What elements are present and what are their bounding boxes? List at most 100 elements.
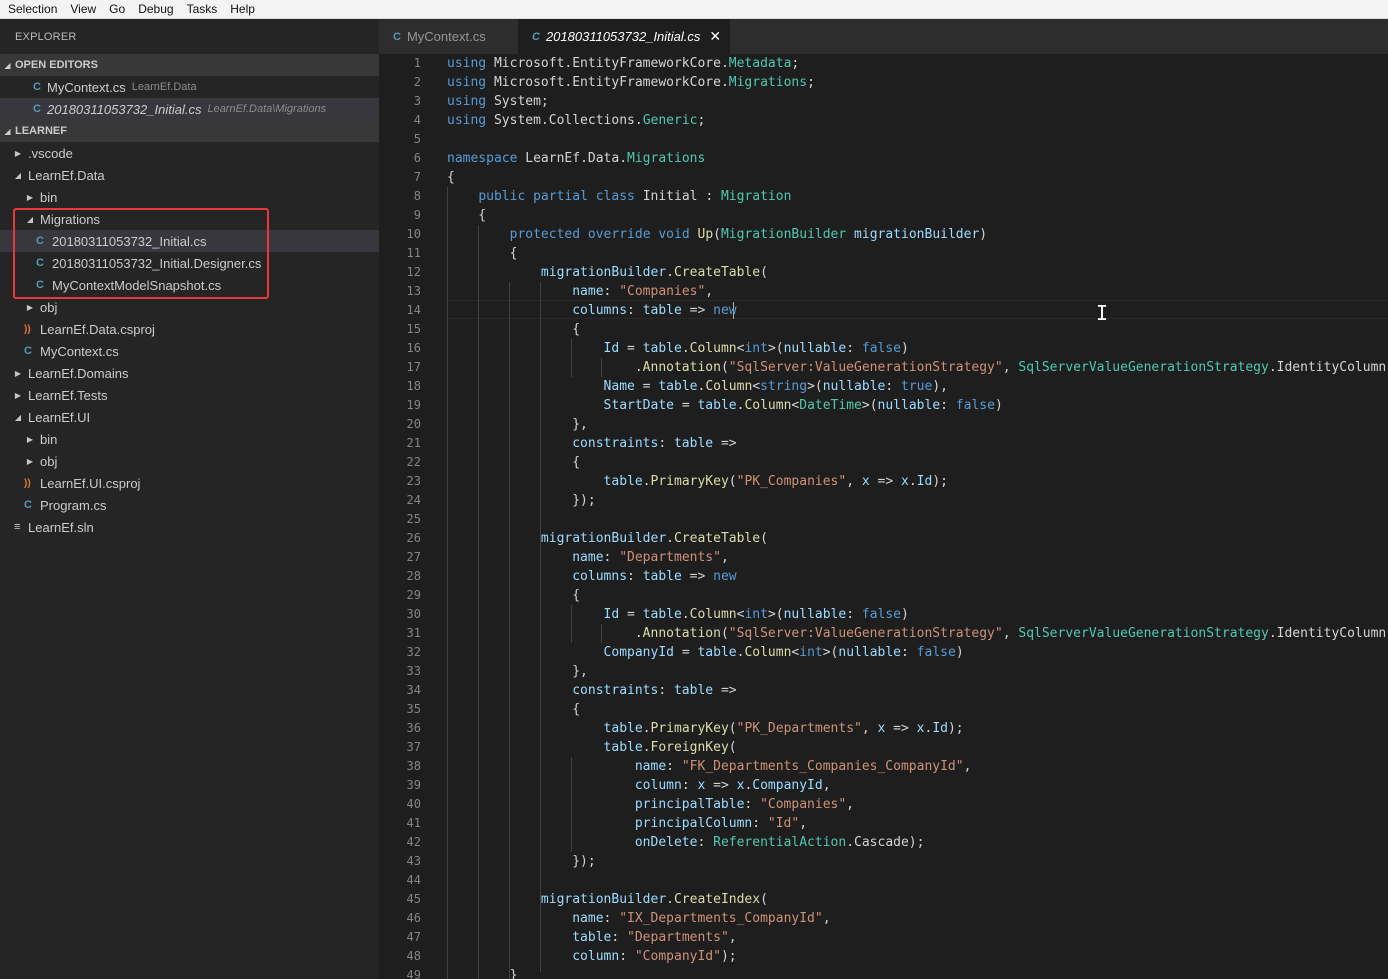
tree-folder-learnef-data[interactable]: ◢ LearnEf.Data [0,164,379,186]
code-line[interactable]: 7{ [379,168,1388,187]
code-line[interactable]: 8 public partial class Initial : Migrati… [379,187,1388,206]
tree-folder-migrations[interactable]: ◢ Migrations [0,208,379,230]
close-icon[interactable]: ✕ [709,28,721,45]
menu-tasks[interactable]: Tasks [187,0,218,19]
tree-folder-domains[interactable]: ▶ LearnEf.Domains [0,362,379,384]
code-line[interactable]: 31 .Annotation("SqlServer:ValueGeneratio… [379,624,1388,643]
code-line[interactable]: 24 }); [379,491,1388,510]
code-line[interactable]: 35 { [379,700,1388,719]
code-line[interactable]: 26 migrationBuilder.CreateTable( [379,529,1388,548]
code-line[interactable]: 4 using System.Collections.Generic; [379,111,1388,130]
tree-file-initial-designer[interactable]: C 20180311053732_Initial.Designer.cs [0,252,379,274]
code-line[interactable]: 40 principalTable: "Companies", [379,795,1388,814]
open-editors-header[interactable]: ◢ OPEN EDITORS [0,54,379,76]
line-number: 14 [406,303,421,317]
tree-folder-ui[interactable]: ◢ LearnEf.UI [0,406,379,428]
tree-folder-obj[interactable]: ▶ obj [0,296,379,318]
line-number: 33 [406,664,421,678]
code-text: { [447,208,487,223]
code-line[interactable]: 41 principalColumn: "Id", [379,814,1388,833]
chevron-down-icon: ◢ [26,214,34,224]
code-line[interactable]: 19 StartDate = table.Column<DateTime>(nu… [379,396,1388,415]
code-text: table: "Departments", [572,930,737,945]
code-text: table.PrimaryKey("PK_Departments", x => … [603,721,964,736]
code-line[interactable]: 37 table.ForeignKey( [379,738,1388,757]
code-line[interactable]: 6 namespace LearnEf.Data.Migrations [379,149,1388,168]
code-line[interactable]: 11 { [379,244,1388,263]
code-line[interactable]: 25 [379,510,1388,529]
tree-file-mycontext[interactable]: C MyContext.cs [0,340,379,362]
code-text: name: "Departments", [572,550,729,565]
code-line[interactable]: 42 onDelete: ReferentialAction.Cascade); [379,833,1388,852]
code-line[interactable]: 47 table: "Departments", [379,928,1388,947]
tab-label: MyContext.cs [406,29,486,44]
tree-folder-ui-bin[interactable]: ▶ bin [0,428,379,450]
code-line[interactable]: 12 migrationBuilder.CreateTable( [379,263,1388,282]
chevron-right-icon: ▶ [14,368,22,378]
code-line[interactable]: 17 .Annotation("SqlServer:ValueGeneratio… [379,358,1388,377]
line-number: 49 [406,968,421,979]
code-line[interactable]: 20 }, [379,415,1388,434]
code-text: }); [447,854,596,869]
tree-folder-ui-obj[interactable]: ▶ obj [0,450,379,472]
code-line[interactable]: 44 [379,871,1388,890]
line-number: 45 [406,892,421,906]
code-line[interactable]: 10 protected override void Up(MigrationB… [379,225,1388,244]
line-number: 44 [406,873,421,887]
tree-folder-tests[interactable]: ▶ LearnEf.Tests [0,384,379,406]
tab-mycontext[interactable]: C MyContext.cs [379,19,517,54]
code-line[interactable]: 39 column: x => x.CompanyId, [379,776,1388,795]
code-line[interactable]: 15 { [379,320,1388,339]
code-editor[interactable]: I 1 using Microsoft.EntityFrameworkCore.M… [379,54,1388,979]
code-line[interactable]: 49 } [379,966,1388,979]
code-line[interactable]: 29 { [379,586,1388,605]
tab-initial[interactable]: C 20180311053732_Initial.cs ✕ [518,19,730,54]
menu-help[interactable]: Help [230,0,255,19]
menu-debug[interactable]: Debug [138,0,173,19]
menu-go[interactable]: Go [109,0,125,19]
code-line[interactable]: 48 column: "CompanyId"); [379,947,1388,966]
menu-selection[interactable]: Selection [8,0,57,19]
code-line[interactable]: 18 Name = table.Column<string>(nullable:… [379,377,1388,396]
code-line[interactable]: 21 constraints: table => [379,434,1388,453]
tree-folder-bin[interactable]: ▶ bin [0,186,379,208]
code-line[interactable]: 33 }, [379,662,1388,681]
code-line[interactable]: 38 name: "FK_Departments_Companies_Compa… [379,757,1388,776]
menu-view[interactable]: View [70,0,96,19]
code-line[interactable]: 46 name: "IX_Departments_CompanyId", [379,909,1388,928]
tree-folder-vscode[interactable]: ▶ .vscode [0,142,379,164]
tree-file-ui-csproj[interactable]: )) LearnEf.UI.csproj [0,472,379,494]
line-number: 25 [406,512,421,526]
code-line[interactable]: 2 using Microsoft.EntityFrameworkCore.Mig… [379,73,1388,92]
line-number: 42 [406,835,421,849]
code-line[interactable]: 27 name: "Departments", [379,548,1388,567]
code-line[interactable]: 45 migrationBuilder.CreateIndex( [379,890,1388,909]
code-line[interactable]: 28 columns: table => new [379,567,1388,586]
code-line[interactable]: 1 using Microsoft.EntityFrameworkCore.Met… [379,54,1388,73]
code-line[interactable]: 16 Id = table.Column<int>(nullable: fals… [379,339,1388,358]
code-line[interactable]: 9 { [379,206,1388,225]
tree-file-initial[interactable]: C 20180311053732_Initial.cs [0,230,379,252]
code-line[interactable]: 5 [379,130,1388,149]
tree-file-sln[interactable]: ≡ LearnEf.sln [0,516,379,538]
line-number: 7 [413,170,421,184]
code-line[interactable]: 3 using System; [379,92,1388,111]
code-line[interactable]: 30 Id = table.Column<int>(nullable: fals… [379,605,1388,624]
code-line[interactable]: 43 }); [379,852,1388,871]
code-line[interactable]: 36 table.PrimaryKey("PK_Departments", x … [379,719,1388,738]
code-line[interactable]: 14 columns: table => new [379,301,1388,320]
code-line[interactable]: 13 name: "Companies", [379,282,1388,301]
code-line[interactable]: 22 { [379,453,1388,472]
code-line[interactable]: 32 CompanyId = table.Column<int>(nullabl… [379,643,1388,662]
code-text: columns: table => new [572,303,737,318]
code-line[interactable]: 34 constraints: table => [379,681,1388,700]
csharp-file-icon: C [33,103,41,115]
csharp-file-icon: C [24,345,32,357]
code-line[interactable]: 23 table.PrimaryKey("PK_Companies", x =>… [379,472,1388,491]
workspace-header[interactable]: ◢ LEARNEF [0,120,379,142]
tree-file-data-csproj[interactable]: )) LearnEf.Data.csproj [0,318,379,340]
tree-file-model-snapshot[interactable]: C MyContextModelSnapshot.cs [0,274,379,296]
open-editor-item-active[interactable]: C 20180311053732_Initial.cs LearnEf.Data… [0,98,379,120]
open-editor-item[interactable]: C MyContext.cs LearnEf.Data [0,76,379,98]
tree-file-program[interactable]: C Program.cs [0,494,379,516]
